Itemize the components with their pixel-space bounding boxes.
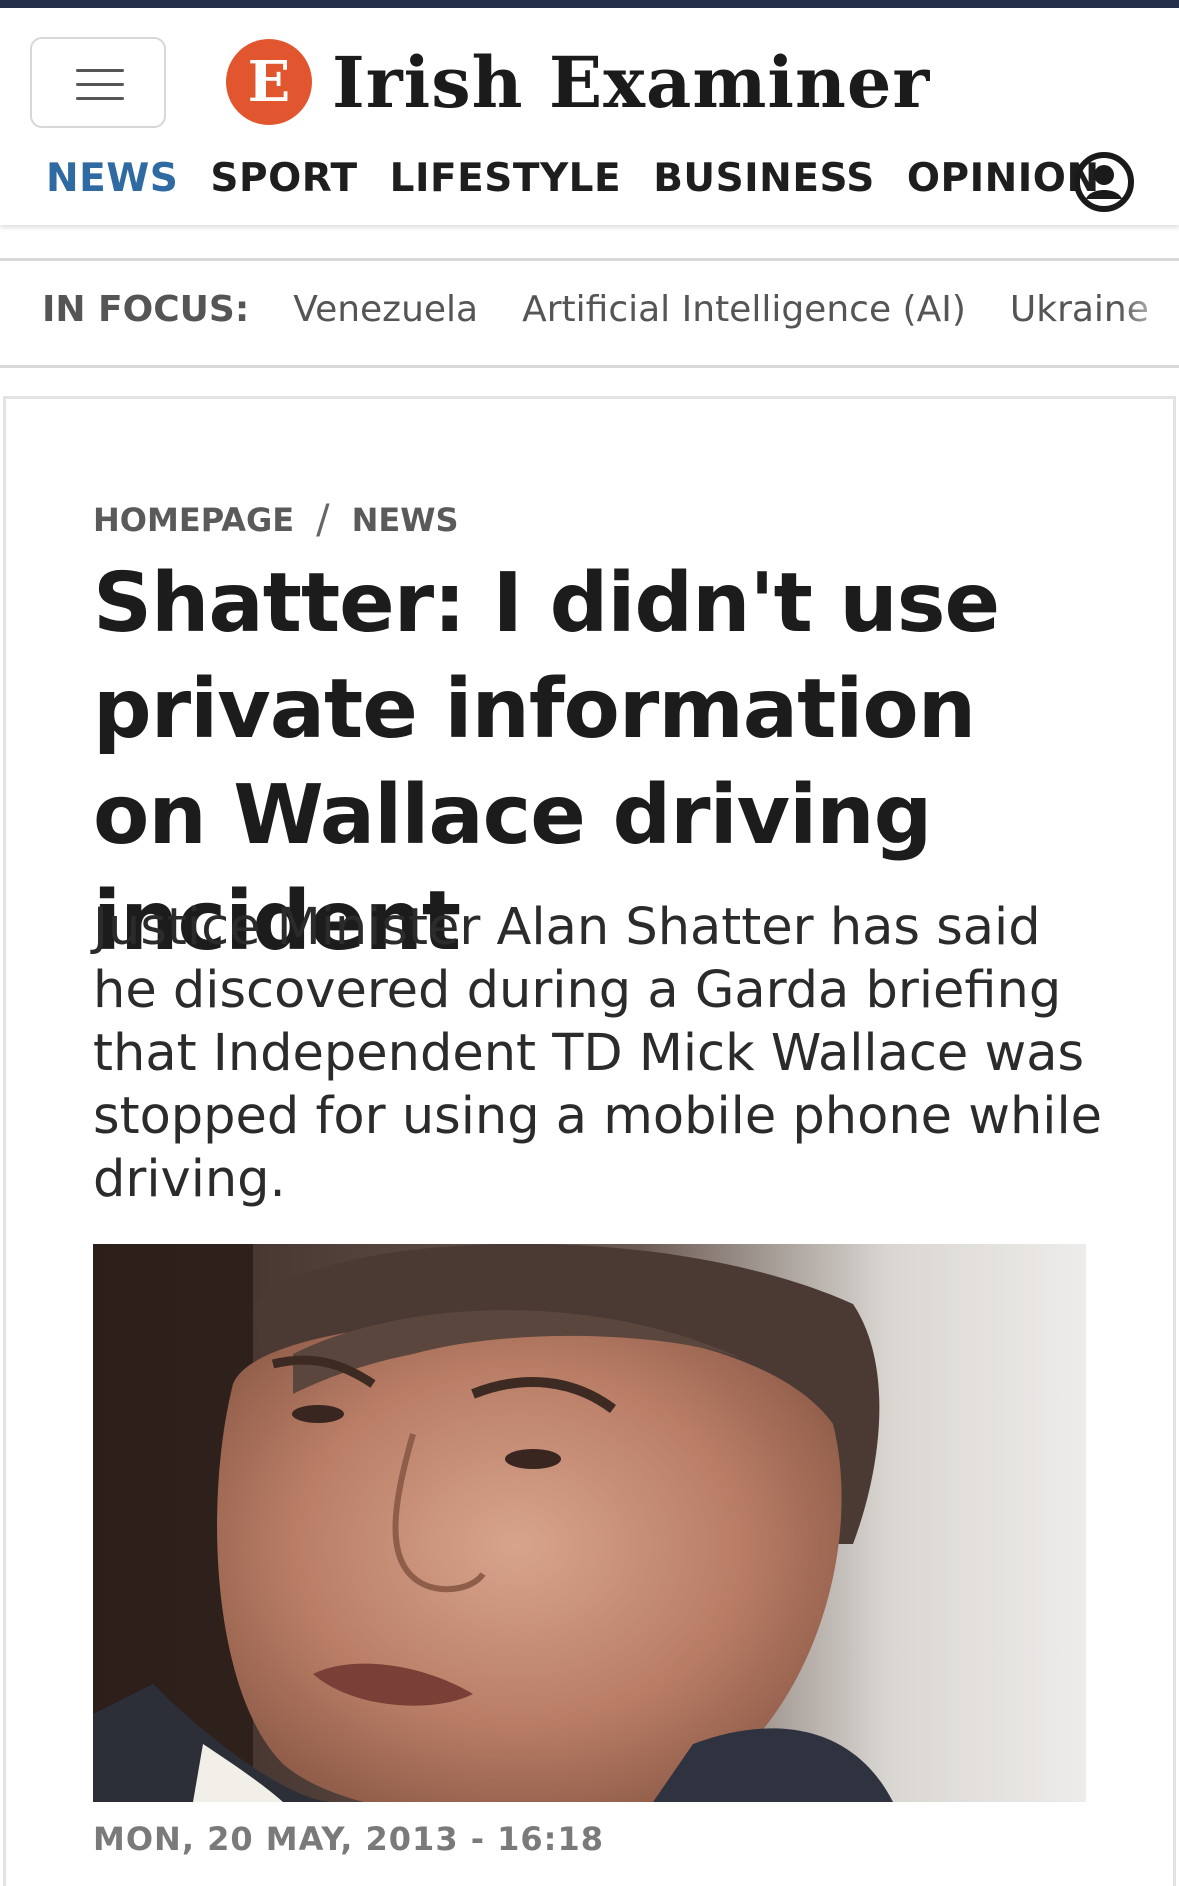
focus-fade — [1119, 261, 1179, 365]
breadcrumb-homepage[interactable]: HOMEPAGE — [93, 501, 294, 539]
brand-name: Irish Examiner — [332, 40, 931, 124]
in-focus-label: IN FOCUS: — [42, 289, 250, 330]
breadcrumb: HOMEPAGE / NEWS — [93, 497, 459, 543]
user-account-icon[interactable] — [1073, 151, 1135, 213]
hamburger-menu-icon[interactable] — [30, 37, 166, 128]
site-logo[interactable]: E Irish Examiner — [226, 34, 930, 130]
article-standfirst: Justice Minister Alan Shatter has said h… — [93, 898, 1102, 1209]
nav-item-opinion[interactable]: OPINION — [907, 156, 1100, 201]
focus-link-ai[interactable]: Artificial Intelligence (AI) — [522, 289, 966, 330]
menu-bar — [76, 83, 124, 86]
focus-link-venezuela[interactable]: Venezuela — [293, 289, 478, 330]
nav-item-news[interactable]: NEWS — [46, 156, 178, 201]
menu-bar — [76, 97, 124, 100]
logo-badge-icon: E — [226, 39, 312, 125]
breadcrumb-separator: / — [316, 497, 330, 543]
nav-item-business[interactable]: BUSINESS — [653, 156, 875, 201]
nav-item-lifestyle[interactable]: LIFESTYLE — [390, 156, 622, 201]
article-date: MON, 20 MAY, 2013 - 16:18 — [93, 1820, 604, 1858]
article-photo — [93, 1244, 1086, 1802]
menu-bar — [76, 69, 124, 72]
breadcrumb-news[interactable]: NEWS — [352, 501, 459, 539]
top-stripe — [0, 0, 1179, 8]
main-nav: NEWS SPORT LIFESTYLE BUSINESS OPINION — [46, 156, 1100, 201]
nav-item-sport[interactable]: SPORT — [210, 156, 357, 201]
logo-letter: E — [247, 49, 291, 115]
in-focus-bar: IN FOCUS: Venezuela Artificial Intellige… — [0, 258, 1179, 368]
site-header: E Irish Examiner NEWS SPORT LIFESTYLE BU… — [0, 8, 1179, 225]
